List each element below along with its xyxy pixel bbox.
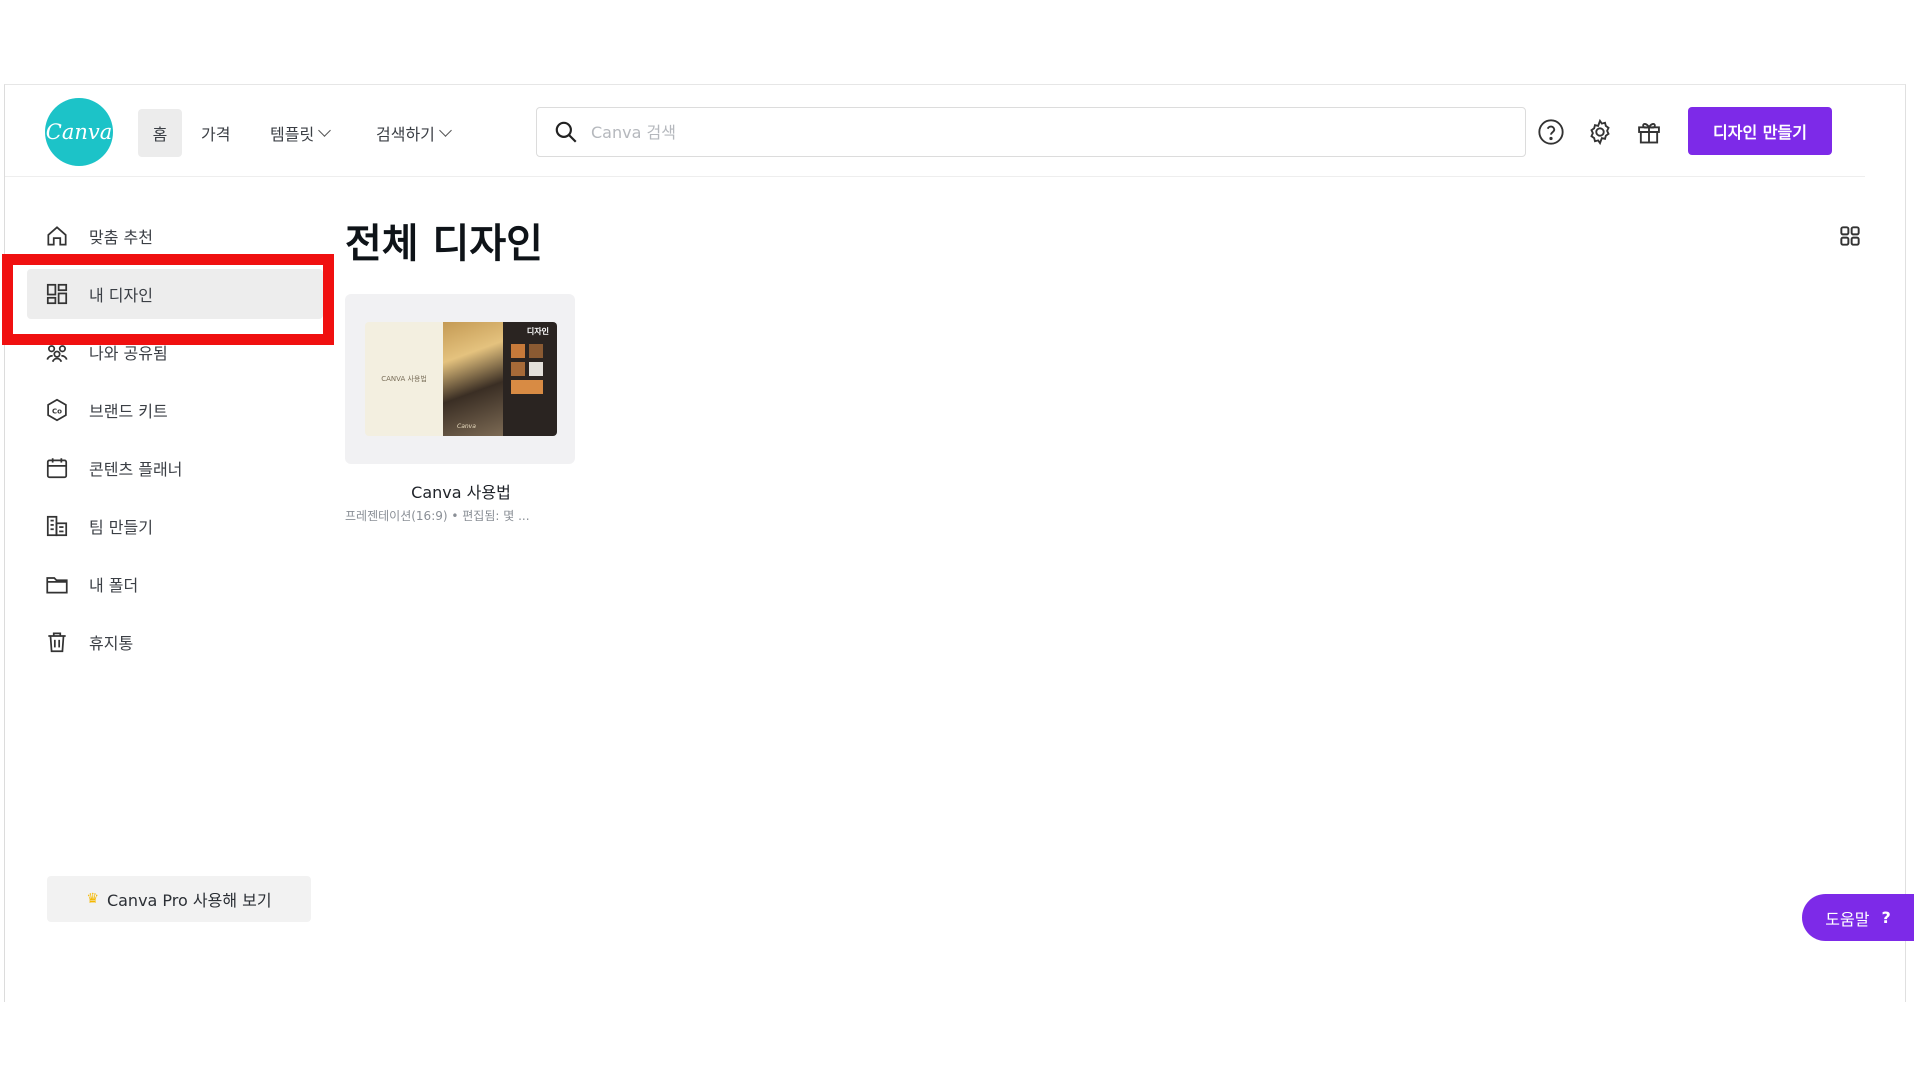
thumbnail-photo-slide: Canva (443, 322, 503, 436)
try-canva-pro-label: Canva Pro 사용해 보기 (106, 891, 272, 910)
sidebar-item-create-team[interactable]: 팀 만들기 (27, 501, 323, 551)
nav-home-label: 홈 (152, 125, 168, 144)
nav-discover[interactable]: 검색하기 (376, 109, 452, 157)
thumbnail-caption: Canva (457, 423, 476, 430)
sidebar-item-label: 휴지통 (89, 634, 134, 653)
settings-button[interactable] (1583, 115, 1617, 149)
nav-templates-label: 템플릿 (270, 125, 315, 144)
thumbnail-design-slide: 디자인 (503, 322, 557, 436)
highlight-annotation-box (2, 254, 334, 345)
thumbnail-block (529, 344, 543, 358)
search-bar[interactable] (536, 107, 1526, 157)
grid-view-icon (1840, 226, 1860, 246)
canva-logo[interactable]: Canva (45, 98, 113, 166)
thumbnail-block (529, 362, 543, 376)
thumbnail-tag: 디자인 (526, 327, 549, 336)
home-icon (43, 222, 71, 250)
sidebar-item-brand-kit[interactable]: Co 브랜드 키트 (27, 385, 323, 435)
nav-home[interactable]: 홈 (138, 109, 182, 157)
nav-templates[interactable]: 템플릿 (270, 109, 332, 157)
help-button-label: 도움말 (1825, 909, 1870, 929)
folder-icon (43, 570, 71, 598)
calendar-icon (43, 454, 71, 482)
sidebar-item-label: 콘텐츠 플래너 (89, 460, 183, 479)
thumbnail-block (511, 344, 525, 358)
question-circle-icon (1538, 119, 1564, 145)
chevron-down-icon (439, 123, 452, 137)
help-circle-button[interactable] (1534, 115, 1568, 149)
sidebar-item-trash[interactable]: 휴지통 (27, 617, 323, 667)
trash-icon (43, 628, 71, 656)
nav-pricing-label: 가격 (201, 125, 231, 144)
nav-pricing[interactable]: 가격 (201, 109, 230, 157)
try-canva-pro-button[interactable]: ♛ Canva Pro 사용해 보기 (47, 876, 311, 922)
sidebar-item-content-planner[interactable]: 콘텐츠 플래너 (27, 443, 323, 493)
grid-view-toggle[interactable] (1837, 223, 1863, 249)
sidebar-item-label: 맞춤 추천 (89, 228, 153, 247)
team-icon (43, 512, 71, 540)
sidebar-item-label: 내 폴더 (89, 576, 139, 595)
sidebar-item-my-folders[interactable]: 내 폴더 (27, 559, 323, 609)
gift-button[interactable] (1632, 115, 1666, 149)
thumbnail-title-slide: CANVA 사용법 (365, 322, 443, 436)
page-title: 전체 디자인 (345, 221, 543, 267)
search-icon (555, 121, 577, 143)
chevron-down-icon (318, 123, 332, 137)
canva-app-window: Canva 홈 가격 템플릿 검색하기 Canva 검색 디자인 만들기 맞춤 … (4, 84, 1914, 1002)
thumbnail-title-text: CANVA 사용법 (381, 375, 427, 383)
nav-discover-label: 검색하기 (376, 125, 435, 144)
top-bar: Canva 홈 가격 템플릿 검색하기 Canva 검색 디자인 만들기 (5, 85, 1865, 177)
help-button[interactable]: 도움말 ? (1802, 894, 1914, 941)
sidebar-item-label: 브랜드 키트 (89, 402, 168, 421)
thumbnail-block (511, 380, 543, 394)
brand-kit-icon: Co (43, 396, 71, 424)
design-card[interactable]: CANVA 사용법 Canva 디자인 (345, 294, 575, 464)
design-card-meta: 프레젠테이션(16:9) • 편집됨: 몇 ... (345, 509, 530, 523)
gift-icon (1638, 123, 1660, 144)
crown-icon: ♛ (86, 891, 99, 907)
gear-icon (1590, 118, 1610, 146)
search-input[interactable] (589, 121, 1493, 143)
thumbnail-block (511, 362, 525, 376)
sidebar-item-label: 팀 만들기 (89, 518, 153, 537)
design-card-title[interactable]: Canva 사용법 (345, 479, 577, 503)
svg-text:Co: Co (52, 406, 62, 415)
create-design-button[interactable]: 디자인 만들기 (1688, 107, 1832, 155)
question-mark-icon: ? (1881, 908, 1891, 927)
design-thumbnail: CANVA 사용법 Canva 디자인 (365, 322, 557, 436)
